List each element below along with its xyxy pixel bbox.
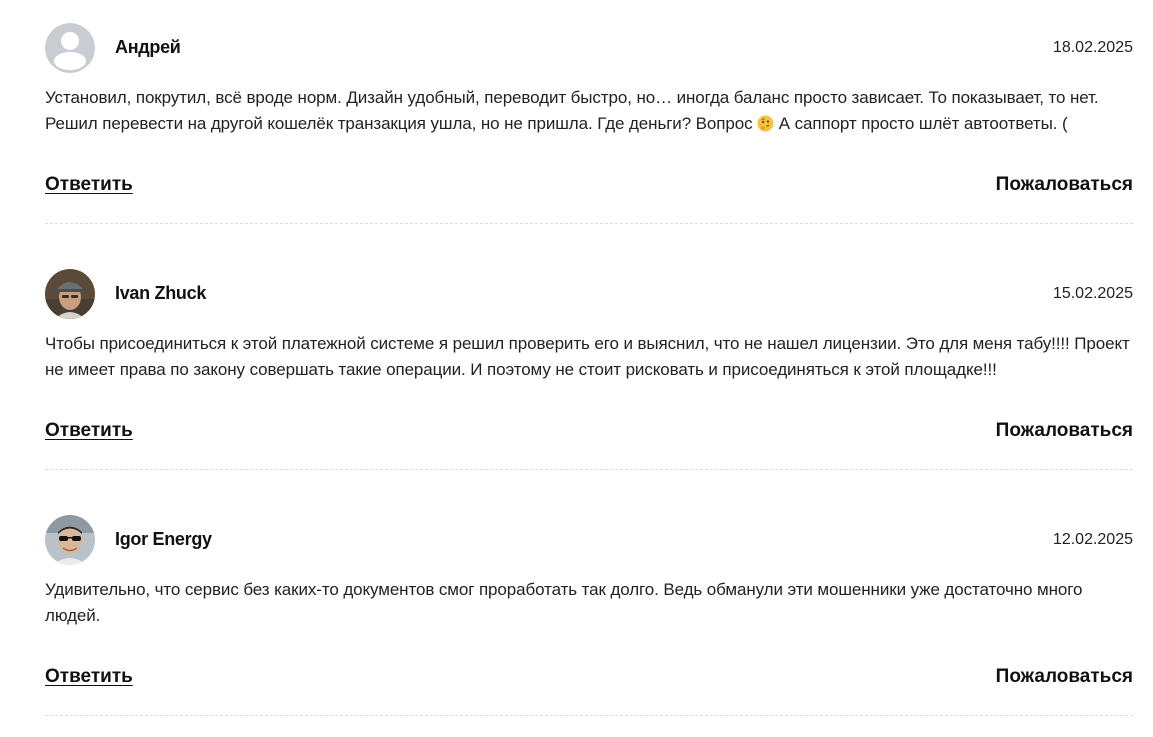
- comment-date: 15.02.2025: [1052, 285, 1133, 302]
- comment-date: 12.02.2025: [1052, 531, 1133, 548]
- comment-header: Ivan Zhuck 15.02.2025: [45, 269, 1133, 319]
- report-link[interactable]: Пожаловаться: [996, 173, 1133, 197]
- comment-header: Андрей 18.02.2025: [45, 23, 1133, 73]
- comment-actions: Ответить Пожаловаться: [45, 665, 1133, 695]
- reply-link[interactable]: Ответить: [45, 173, 133, 197]
- avatar: [45, 515, 95, 565]
- comment-item: Ivan Zhuck 15.02.2025 Чтобы присоединить…: [45, 269, 1133, 470]
- comment-text: Удивительно, что сервис без каких-то док…: [45, 580, 1083, 625]
- reply-link[interactable]: Ответить: [45, 665, 133, 689]
- comment-actions: Ответить Пожаловаться: [45, 173, 1133, 203]
- comment-text: Установил, покрутил, всё вроде норм. Диз…: [45, 85, 1133, 137]
- report-link[interactable]: Пожаловаться: [996, 419, 1133, 443]
- comment-actions: Ответить Пожаловаться: [45, 419, 1133, 449]
- default-user-icon: [45, 23, 95, 73]
- user-photo-cap: [45, 269, 95, 319]
- avatar: [45, 23, 95, 73]
- comment-date: 18.02.2025: [1052, 39, 1133, 56]
- avatar: [45, 269, 95, 319]
- comment-header: Igor Energy 12.02.2025: [45, 515, 1133, 565]
- comment-author: Ivan Zhuck: [115, 283, 207, 303]
- comment-text: Чтобы присоединиться к этой платежной си…: [45, 334, 1130, 379]
- comment-author: Андрей: [115, 37, 181, 57]
- report-link[interactable]: Пожаловаться: [996, 665, 1133, 689]
- comments-list: Андрей 18.02.2025 Установил, покрутил, в…: [45, 0, 1133, 716]
- user-photo-sunglasses: [45, 515, 95, 565]
- comment-author: Igor Energy: [115, 529, 212, 549]
- reply-link[interactable]: Ответить: [45, 419, 133, 443]
- comment-item: Андрей 18.02.2025 Установил, покрутил, в…: [45, 23, 1133, 224]
- comment-text-part: А саппорт просто шлёт автоответы. (: [774, 114, 1068, 133]
- comment-item: Igor Energy 12.02.2025 Удивительно, что …: [45, 515, 1133, 716]
- thinking-face-emoji-icon: [757, 114, 774, 132]
